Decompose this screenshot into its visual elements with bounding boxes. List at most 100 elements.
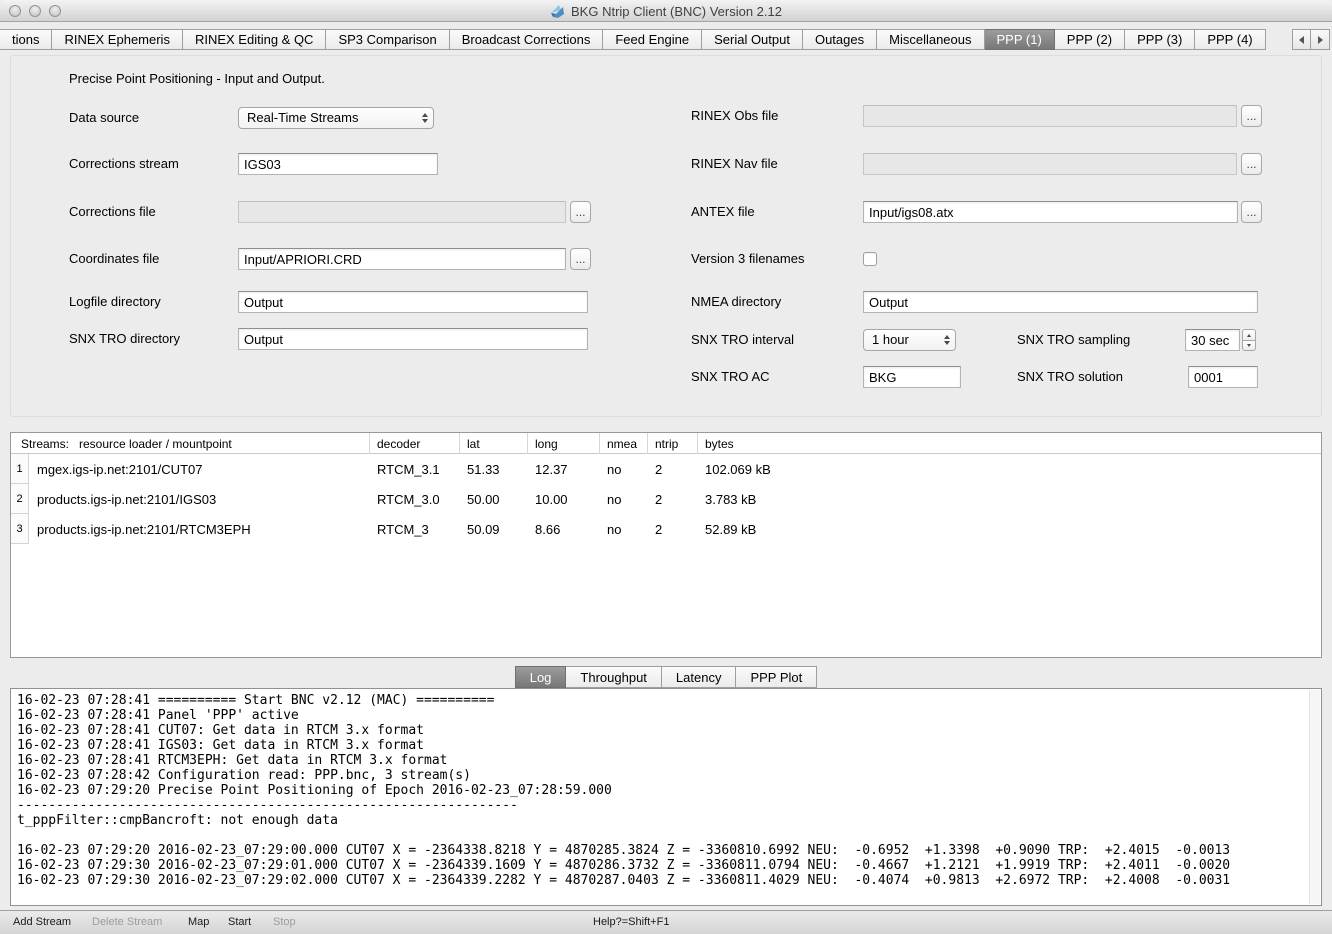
corrections-stream-label: Corrections stream xyxy=(69,153,179,175)
snx-tro-sampling-stepper xyxy=(1242,329,1256,351)
log-scrollbar[interactable] xyxy=(1309,690,1320,904)
tab-tions[interactable]: tions xyxy=(0,29,52,50)
stream-row[interactable]: 3products.igs-ip.net:2101/RTCM3EPHRTCM_3… xyxy=(11,514,1321,544)
stream-lat: 50.00 xyxy=(459,484,527,514)
tab-ppp-4[interactable]: PPP (4) xyxy=(1195,29,1265,50)
stream-long: 10.00 xyxy=(527,484,599,514)
snx-tro-sampling-input[interactable] xyxy=(1185,329,1240,351)
stream-decoder: RTCM_3.0 xyxy=(369,484,459,514)
map-button[interactable]: Map xyxy=(188,916,209,928)
view-tab-latency[interactable]: Latency xyxy=(662,666,737,688)
stop-button: Stop xyxy=(273,916,296,928)
stream-num: 2 xyxy=(11,484,29,514)
version3-filenames-checkbox[interactable] xyxy=(863,252,877,266)
tab-sp3-comparison[interactable]: SP3 Comparison xyxy=(326,29,449,50)
stream-mountpoint: products.igs-ip.net:2101/IGS03 xyxy=(29,484,369,514)
delete-stream-button: Delete Stream xyxy=(92,916,162,928)
stream-long: 12.37 xyxy=(527,454,599,484)
tab-ppp-1[interactable]: PPP (1) xyxy=(985,29,1055,50)
tab-scroll-left-icon[interactable] xyxy=(1292,29,1311,50)
data-source-value: Real-Time Streams xyxy=(247,110,358,125)
stream-row[interactable]: 2products.igs-ip.net:2101/IGS03RTCM_3.05… xyxy=(11,484,1321,514)
tab-feed-engine[interactable]: Feed Engine xyxy=(603,29,702,50)
snx-tro-interval-value: 1 hour xyxy=(872,332,909,347)
tab-serial-output[interactable]: Serial Output xyxy=(702,29,803,50)
streams-table: Streams: resource loader / mountpointdec… xyxy=(10,432,1322,658)
main-tab-bar: tionsRINEX EphemerisRINEX Editing & QCSP… xyxy=(0,29,1266,50)
log-text: 16-02-23 07:28:41 ========== Start BNC v… xyxy=(11,689,1307,901)
stream-lat: 51.33 xyxy=(459,454,527,484)
tab-scroller xyxy=(1292,29,1330,50)
stream-mountpoint: products.igs-ip.net:2101/RTCM3EPH xyxy=(29,514,369,544)
close-window-button[interactable] xyxy=(9,5,21,17)
streams-header-ntrip: ntrip xyxy=(647,433,697,454)
view-tab-log[interactable]: Log xyxy=(515,666,567,688)
titlebar: BKG Ntrip Client (BNC) Version 2.12 xyxy=(0,0,1332,22)
help-hint: Help?=Shift+F1 xyxy=(593,916,669,928)
view-tab-throughput[interactable]: Throughput xyxy=(566,666,662,688)
snx-tro-directory-label: SNX TRO directory xyxy=(69,328,180,350)
logfile-directory-label: Logfile directory xyxy=(69,291,161,313)
tab-outages[interactable]: Outages xyxy=(803,29,877,50)
stream-bytes: 102.069 kB xyxy=(697,454,1321,484)
snx-tro-interval-label: SNX TRO interval xyxy=(691,329,794,351)
stream-nmea: no xyxy=(599,514,647,544)
view-tab-ppp-plot[interactable]: PPP Plot xyxy=(736,666,817,688)
snx-tro-solution-input[interactable] xyxy=(1188,366,1258,388)
version3-filenames-label: Version 3 filenames xyxy=(691,248,804,270)
tab-scroll-right-icon[interactable] xyxy=(1311,29,1330,50)
stepper-down-icon[interactable] xyxy=(1242,340,1256,351)
stream-row[interactable]: 1mgex.igs-ip.net:2101/CUT07RTCM_3.151.33… xyxy=(11,454,1321,484)
rinex-nav-file-browse-button[interactable]: ... xyxy=(1241,153,1262,175)
rinex-nav-file-input xyxy=(863,153,1237,175)
zoom-window-button[interactable] xyxy=(49,5,61,17)
nmea-directory-input[interactable] xyxy=(863,291,1258,313)
snx-tro-solution-label: SNX TRO solution xyxy=(1017,366,1123,388)
antex-file-browse-button[interactable]: ... xyxy=(1241,201,1262,223)
snx-tro-ac-input[interactable] xyxy=(863,366,961,388)
view-tab-bar: LogThroughputLatencyPPP Plot xyxy=(0,666,1332,688)
add-stream-button[interactable]: Add Stream xyxy=(13,916,71,928)
tab-miscellaneous[interactable]: Miscellaneous xyxy=(877,29,984,50)
rinex-obs-file-browse-button[interactable]: ... xyxy=(1241,105,1262,127)
tab-rinex-editing-qc[interactable]: RINEX Editing & QC xyxy=(183,29,327,50)
stream-num: 3 xyxy=(11,514,29,544)
data-source-label: Data source xyxy=(69,107,139,129)
stream-decoder: RTCM_3 xyxy=(369,514,459,544)
streams-header-bytes: bytes xyxy=(697,433,1321,454)
antex-file-input[interactable] xyxy=(863,201,1238,223)
panel-heading: Precise Point Positioning - Input and Ou… xyxy=(69,68,325,90)
coordinates-file-browse-button[interactable]: ... xyxy=(570,248,591,270)
stream-ntrip: 2 xyxy=(647,454,697,484)
status-bar: Help?=Shift+F1 Add Stream Delete Stream Ma… xyxy=(0,910,1332,934)
tab-ppp-2[interactable]: PPP (2) xyxy=(1055,29,1125,50)
streams-header-streams-resource: Streams: resource loader / mountpoint xyxy=(11,433,369,454)
stepper-up-icon[interactable] xyxy=(1242,329,1256,340)
stream-nmea: no xyxy=(599,454,647,484)
nmea-directory-label: NMEA directory xyxy=(691,291,781,313)
logfile-directory-input[interactable] xyxy=(238,291,588,313)
corrections-stream-input[interactable] xyxy=(238,153,438,175)
tab-broadcast-corrections[interactable]: Broadcast Corrections xyxy=(450,29,604,50)
data-source-select[interactable]: Real-Time Streams xyxy=(238,107,434,129)
minimize-window-button[interactable] xyxy=(29,5,41,17)
stream-nmea: no xyxy=(599,484,647,514)
corrections-file-browse-button[interactable]: ... xyxy=(570,201,591,223)
streams-header-decoder: decoder xyxy=(369,433,459,454)
ppp-panel: Precise Point Positioning - Input and Ou… xyxy=(10,55,1322,417)
coordinates-file-input[interactable] xyxy=(238,248,566,270)
streams-header-lat: lat xyxy=(459,433,527,454)
corrections-file-label: Corrections file xyxy=(69,201,156,223)
rinex-obs-file-input xyxy=(863,105,1237,127)
popup-arrows-icon xyxy=(944,335,950,345)
stream-decoder: RTCM_3.1 xyxy=(369,454,459,484)
snx-tro-directory-input[interactable] xyxy=(238,328,588,350)
start-button[interactable]: Start xyxy=(228,916,251,928)
snx-tro-interval-select[interactable]: 1 hour xyxy=(863,329,956,351)
rinex-nav-file-label: RINEX Nav file xyxy=(691,153,778,175)
snx-tro-ac-label: SNX TRO AC xyxy=(691,366,770,388)
tab-ppp-3[interactable]: PPP (3) xyxy=(1125,29,1195,50)
antex-file-label: ANTEX file xyxy=(691,201,755,223)
tab-rinex-ephemeris[interactable]: RINEX Ephemeris xyxy=(52,29,182,50)
corrections-file-input xyxy=(238,201,566,223)
